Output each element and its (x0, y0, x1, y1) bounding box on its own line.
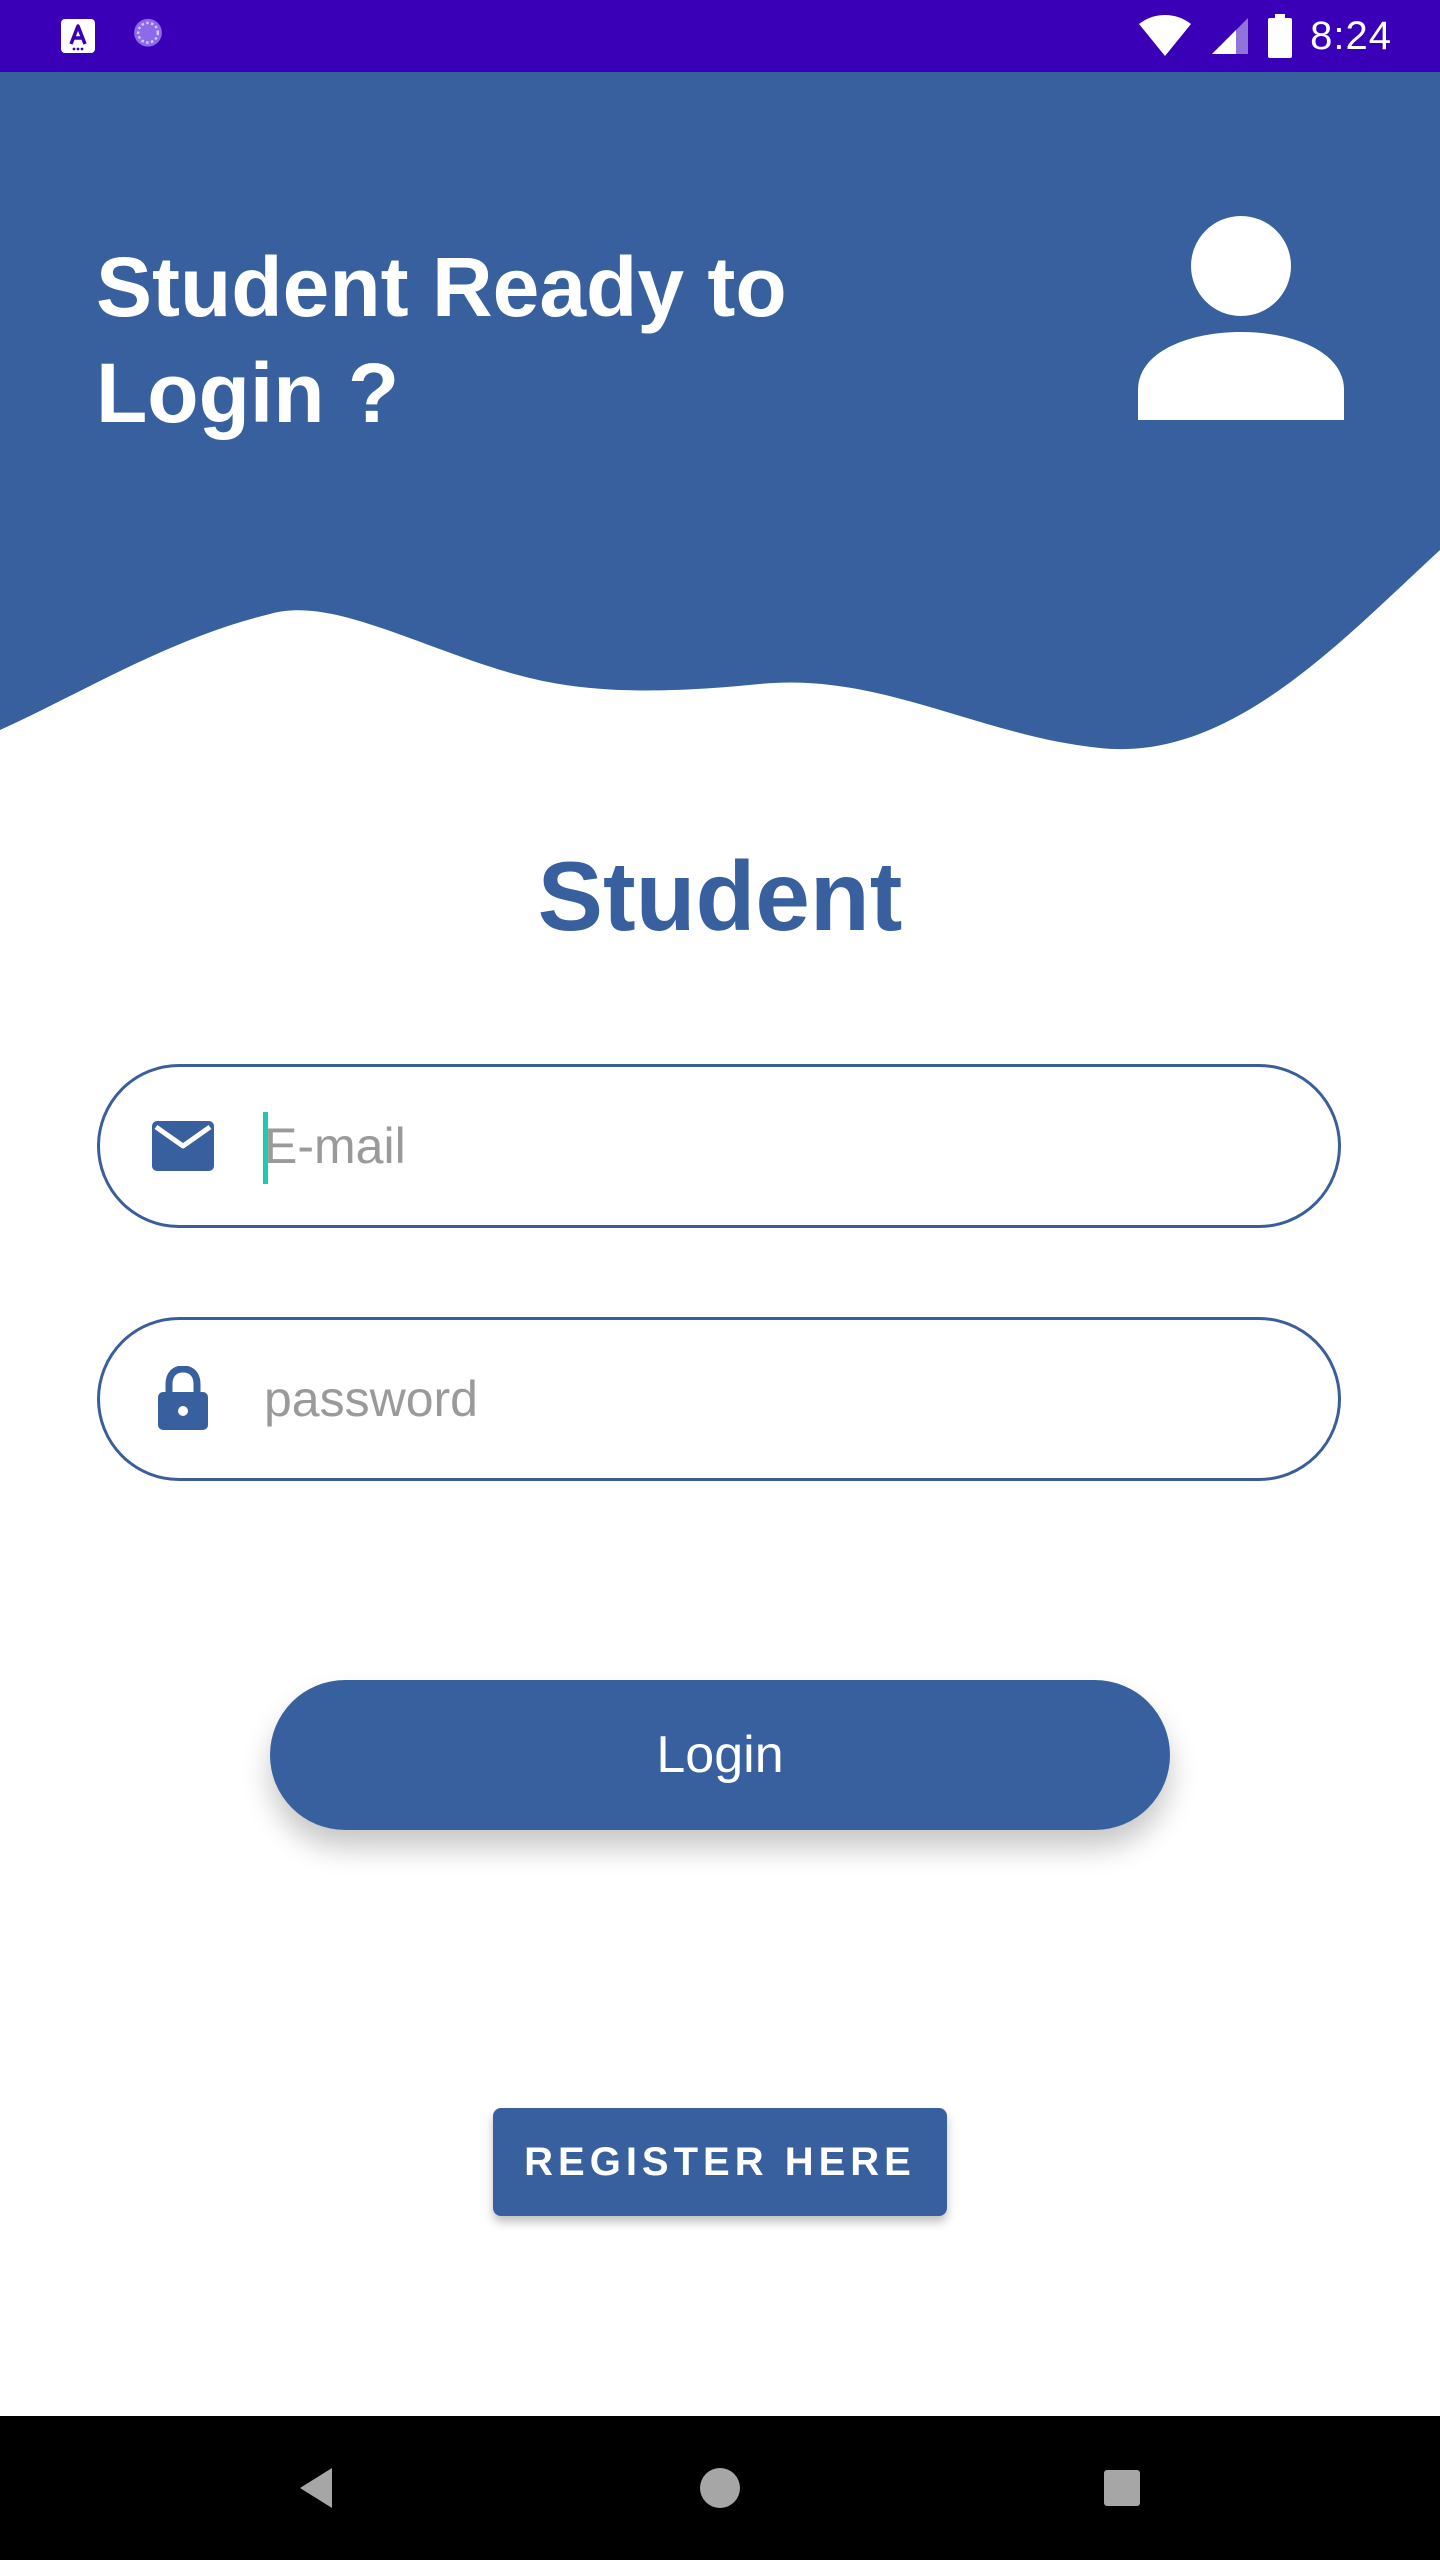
password-input[interactable] (264, 1320, 1264, 1478)
status-bar: 8:24 (0, 0, 1440, 72)
page-heading: Student (537, 841, 903, 951)
home-icon[interactable] (684, 2452, 756, 2524)
header-title: Student Ready to Login ? (96, 240, 787, 440)
loading-icon (134, 18, 162, 47)
app-notification-icon (61, 19, 95, 53)
status-time: 8:24 (1310, 13, 1392, 58)
navigation-bar (0, 2416, 1440, 2560)
battery-icon (1268, 14, 1293, 58)
password-field[interactable] (97, 1317, 1341, 1481)
email-input[interactable] (264, 1067, 1264, 1225)
mail-icon (152, 1121, 214, 1171)
login-button[interactable]: Login (270, 1680, 1170, 1830)
cellular-signal-icon (1212, 18, 1249, 54)
wifi-icon (1139, 15, 1192, 56)
header-banner: Student Ready to Login ? (0, 72, 1440, 762)
login-screen: 8:24 Student Ready to Login ? Student E-… (0, 0, 1440, 2560)
person-icon (1138, 216, 1344, 420)
lock-icon (158, 1366, 208, 1430)
text-cursor (263, 1112, 268, 1184)
back-icon[interactable] (282, 2452, 354, 2524)
register-button[interactable]: REGISTER HERE (493, 2108, 947, 2216)
status-indicators: 8:24 (1138, 0, 1392, 72)
recents-icon[interactable] (1086, 2452, 1158, 2524)
email-field[interactable] (97, 1064, 1341, 1228)
